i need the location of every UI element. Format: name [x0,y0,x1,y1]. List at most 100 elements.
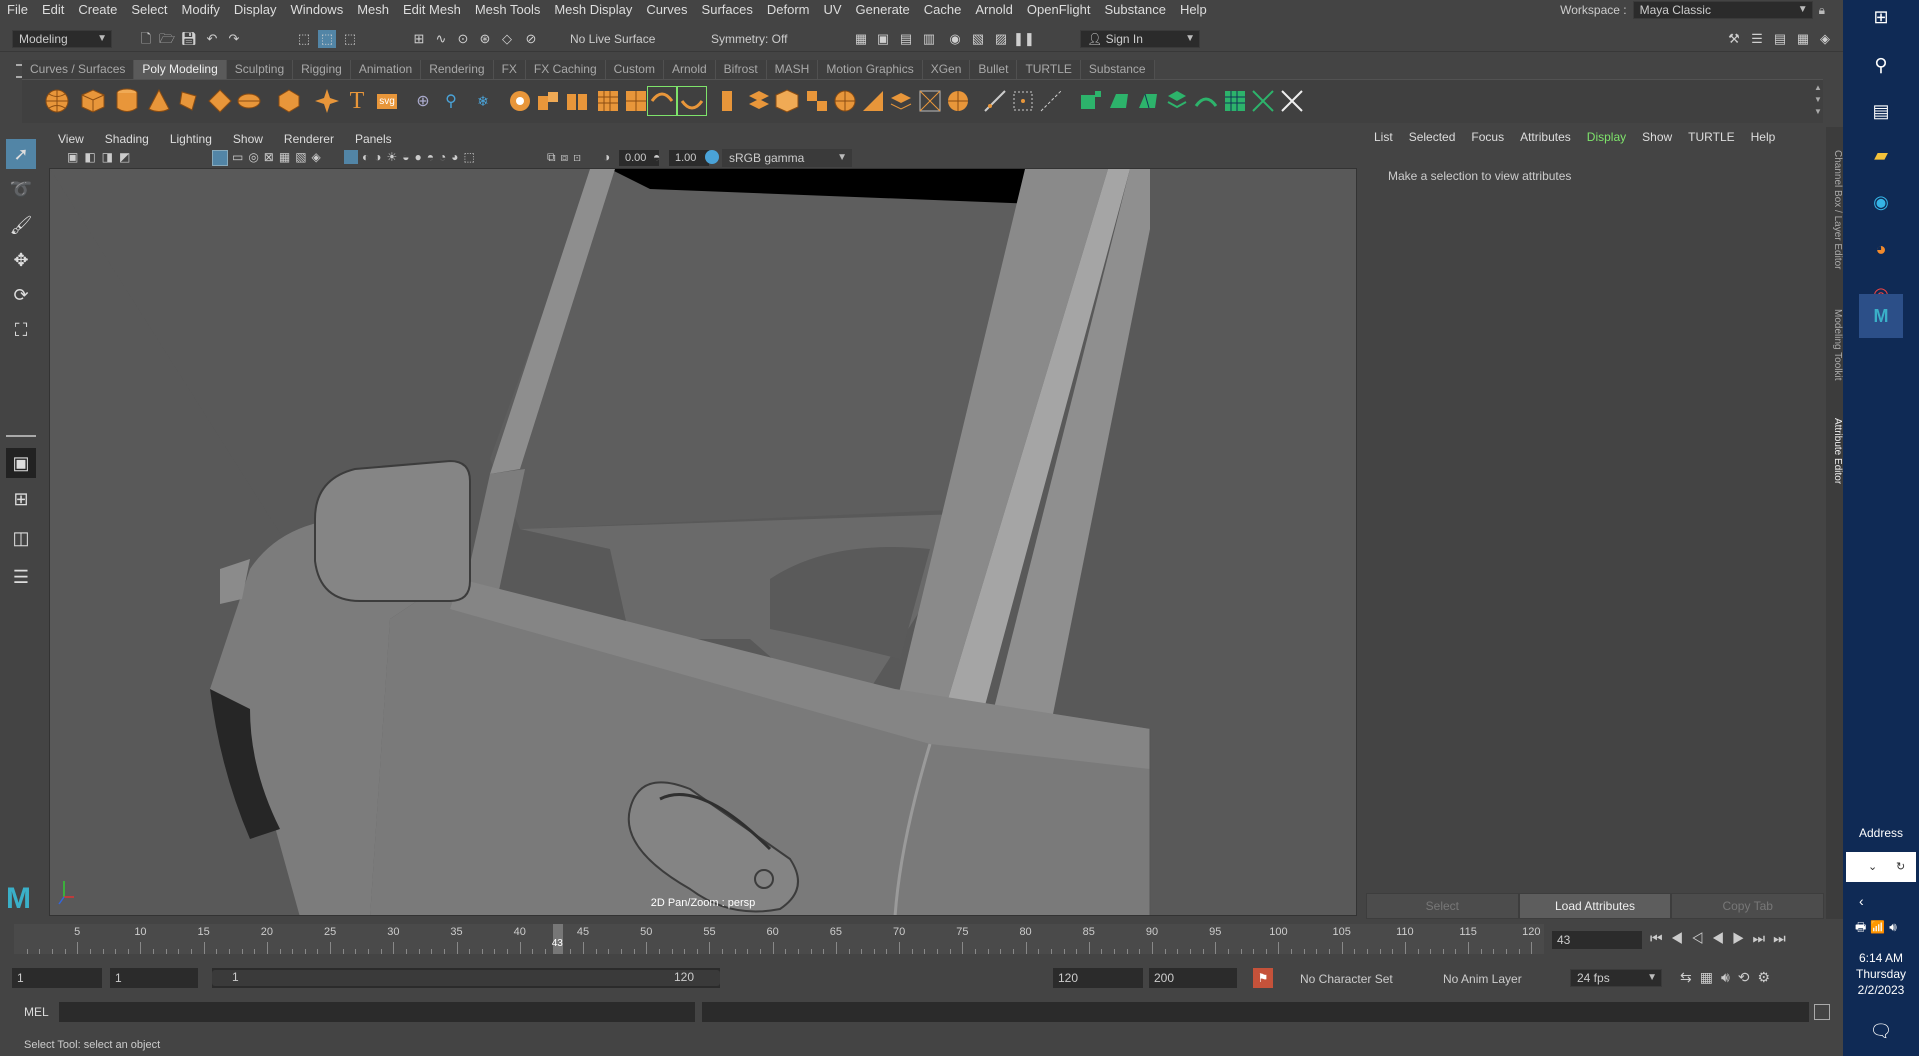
connect-icon[interactable] [858,86,888,116]
tool-settings-icon[interactable]: ▤ [1771,30,1789,48]
collapse-icon[interactable] [830,86,860,116]
undo-icon[interactable]: ↶ [203,30,221,48]
shelf-tab-turtle[interactable]: TURTLE [1017,60,1081,79]
menu-windows[interactable]: Windows [283,0,350,20]
shelf-tab-poly-modeling[interactable]: Poly Modeling [134,60,227,79]
shelf-tab-bullet[interactable]: Bullet [970,60,1018,79]
grid-toggle-icon[interactable] [212,150,228,166]
ae-menu-selected[interactable]: Selected [1401,130,1464,144]
time-ruler[interactable]: 5 10 15 20 25 30 35 40 45 50 55 60 65 70 75 80 85 90 95 100… [14,924,1544,954]
menu-surfaces[interactable]: Surfaces [695,0,760,20]
tab-attribute-editor[interactable]: Attribute Editor [1826,404,1843,499]
planar-map-icon[interactable] [943,86,973,116]
menu-modify[interactable]: Modify [175,0,227,20]
uv-sew-icon[interactable] [1162,86,1192,116]
script-editor-icon[interactable] [1814,1004,1830,1020]
rotate-tool-icon[interactable]: ⟳ [6,280,36,310]
render-frame-icon[interactable]: ▣ [874,30,892,48]
uv-layout-icon[interactable] [1076,86,1106,116]
single-perspective-layout-icon[interactable]: ▣ [6,448,36,478]
lighting-toggle-icons[interactable]: ◐◑☀◒●◓◔◕⬚ [362,150,480,164]
ae-menu-help[interactable]: Help [1743,130,1784,144]
scene-end-field[interactable]: 200 [1149,968,1237,988]
shelf-tab-fx-caching[interactable]: FX Caching [525,60,606,79]
shelf-tab-animation[interactable]: Animation [350,60,422,79]
ae-menu-turtle[interactable]: TURTLE [1680,130,1742,144]
ae-menu-list[interactable]: List [1366,130,1401,144]
lasso-tool-icon[interactable]: ➰ [6,174,36,204]
open-scene-icon[interactable]: 🗁 [158,30,176,48]
viewport-menu-show[interactable]: Show [222,132,273,146]
menu-set-dropdown[interactable]: Modeling ▼ [12,30,112,48]
tab-modeling-toolkit[interactable]: Modeling Toolkit [1826,297,1843,392]
bridge-icon[interactable] [562,86,592,116]
shelf-tab-rendering[interactable]: Rendering [421,60,494,79]
poly-cube-icon[interactable] [78,86,108,116]
menu-substance[interactable]: Substance [1098,0,1173,20]
firefox-icon[interactable]: ◕ [1866,234,1896,264]
ae-menu-show[interactable]: Show [1634,130,1680,144]
playback-start-field[interactable]: 1 [110,968,198,988]
separate-icon[interactable]: ❄ [468,86,498,116]
arnold-ipr-icon[interactable]: ▨ [992,30,1010,48]
smooth-shade-icon[interactable] [344,150,358,164]
snap-to-grid-icon[interactable]: ⊞ [410,30,428,48]
shelf-tab-xgen[interactable]: XGen [922,60,971,79]
shelf-tab-substance[interactable]: Substance [1080,60,1155,79]
quad-draw-icon[interactable] [772,86,802,116]
multi-cut-icon[interactable] [647,86,677,116]
chevron-down-icon[interactable]: ⌄ [1868,852,1877,882]
maya-taskbar-icon[interactable]: M [1859,294,1903,338]
hypershade-icon[interactable]: ◉ [946,30,964,48]
ae-menu-focus[interactable]: Focus [1463,130,1512,144]
copy-tab-button[interactable]: Copy Tab [1671,893,1825,919]
refresh-icon[interactable]: ↻ [1896,852,1905,882]
system-tray-icons[interactable]: 🖶📶🔊︎ [1855,918,1901,939]
address-bar[interactable]: ⌄ ↻ [1846,852,1916,882]
shelf-tab-rigging[interactable]: Rigging [293,60,351,79]
shelf-scroll-arrows[interactable]: ▲ ▼ ▼ [1813,82,1823,118]
menu-select[interactable]: Select [124,0,174,20]
channel-box-icon[interactable]: ▦ [1794,30,1812,48]
load-attributes-button[interactable]: Load Attributes [1518,893,1672,919]
time-slider[interactable]: 5 10 15 20 25 30 35 40 45 50 55 60 65 70 75 80 85 90 95 100… [0,920,1843,960]
edge-icon[interactable]: ◉ [1866,187,1896,217]
shelf-tab-curves-surfaces[interactable]: Curves / Surfaces [22,60,135,79]
poly-sphere-icon[interactable] [42,86,72,116]
menu-mesh-tools[interactable]: Mesh Tools [468,0,548,20]
save-scene-icon[interactable]: 💾︎ [180,30,198,48]
scene-start-field[interactable]: 1 [12,968,102,988]
clock[interactable]: 6:14 AM Thursday 2/2/2023 [1843,950,1919,998]
current-frame-marker[interactable]: 43 [552,924,563,954]
new-scene-icon[interactable]: 🗋 [137,30,155,48]
four-view-layout-icon[interactable]: ⊞ [6,484,36,514]
vertex-select-icon[interactable] [1036,86,1066,116]
viewport-menu-renderer[interactable]: Renderer [273,132,344,146]
poly-torus-icon[interactable] [174,86,204,116]
make-live-icon[interactable]: ⊘ [522,30,540,48]
snap-to-view-plane-icon[interactable]: ◇ [498,30,516,48]
viewport-menu-panels[interactable]: Panels [344,132,402,146]
gamma-field[interactable]: 1.00 [669,150,709,166]
chevron-left-icon[interactable]: ‹ [1859,893,1864,909]
task-view-icon[interactable]: ▤ [1866,96,1896,126]
notification-icon[interactable]: 🗨︎ [1866,1016,1896,1046]
pause-icon[interactable]: ❚❚ [1013,30,1035,48]
menu-edit[interactable]: Edit [35,0,71,20]
outliner-layout-icon[interactable]: ☰ [6,562,36,592]
select-tool-icon[interactable]: ➚ [6,139,36,169]
layers-icon[interactable]: ◈ [1816,30,1834,48]
move-tool-icon[interactable]: ✥ [6,245,36,275]
menu-file[interactable]: File [0,0,35,20]
command-language[interactable]: MEL [24,1005,49,1019]
perspective-viewport[interactable]: 2D Pan/Zoom : persp [49,168,1357,916]
shelf-tab-motion-graphics[interactable]: Motion Graphics [818,60,923,79]
render-view-icon[interactable]: ▦ [852,30,870,48]
combine-icon[interactable]: ⚲ [436,86,466,116]
viewport-menu-lighting[interactable]: Lighting [159,132,222,146]
menu-mesh[interactable]: Mesh [350,0,396,20]
insert-edge-loop-icon[interactable] [714,86,744,116]
super-shape-icon[interactable] [312,86,342,116]
redo-icon[interactable]: ↷ [225,30,243,48]
offset-edge-loop-icon[interactable] [744,86,774,116]
